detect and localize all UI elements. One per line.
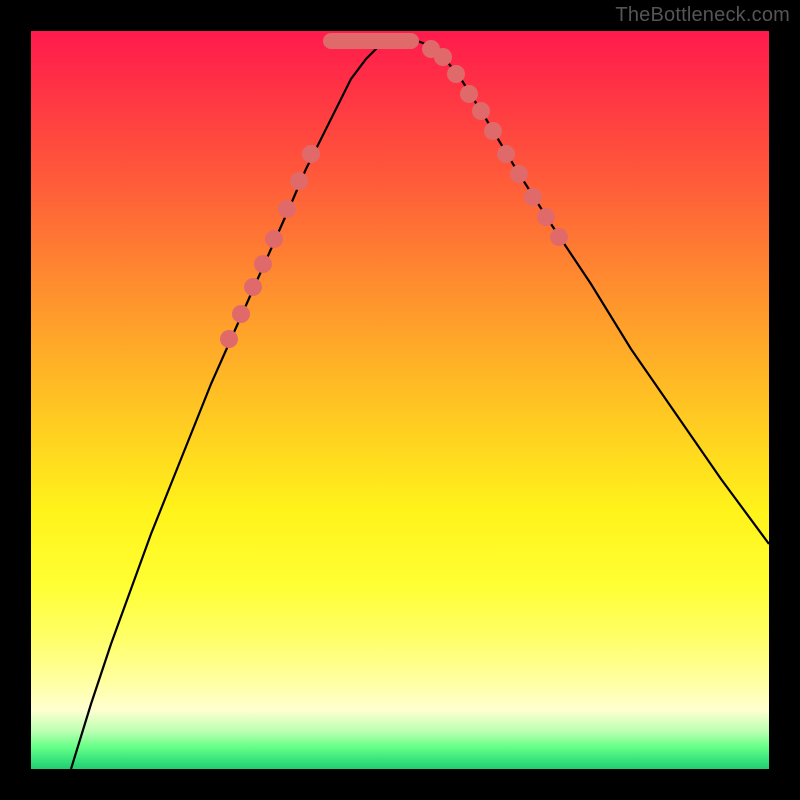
data-point-marker xyxy=(537,208,555,226)
data-point-marker xyxy=(460,85,478,103)
data-point-marker xyxy=(434,48,452,66)
watermark-text: TheBottleneck.com xyxy=(615,4,790,27)
bottleneck-curve xyxy=(71,39,769,769)
data-point-marker xyxy=(244,278,262,296)
chart-area xyxy=(31,31,769,769)
data-point-marker xyxy=(524,188,542,206)
data-point-marker xyxy=(302,145,320,163)
data-point-marker xyxy=(290,172,308,190)
data-point-marker xyxy=(484,122,502,140)
data-point-marker xyxy=(472,102,490,120)
data-point-marker xyxy=(265,230,283,248)
data-point-marker xyxy=(232,305,250,323)
data-point-marker xyxy=(550,228,568,246)
flat-segment-bar xyxy=(323,33,419,49)
data-point-marker xyxy=(254,255,272,273)
data-markers xyxy=(220,40,568,348)
data-point-marker xyxy=(278,200,296,218)
data-point-marker xyxy=(447,65,465,83)
flat-bottom-segment xyxy=(323,33,419,49)
bottleneck-plot xyxy=(31,31,769,769)
data-point-marker xyxy=(510,165,528,183)
data-point-marker xyxy=(220,330,238,348)
data-point-marker xyxy=(497,145,515,163)
